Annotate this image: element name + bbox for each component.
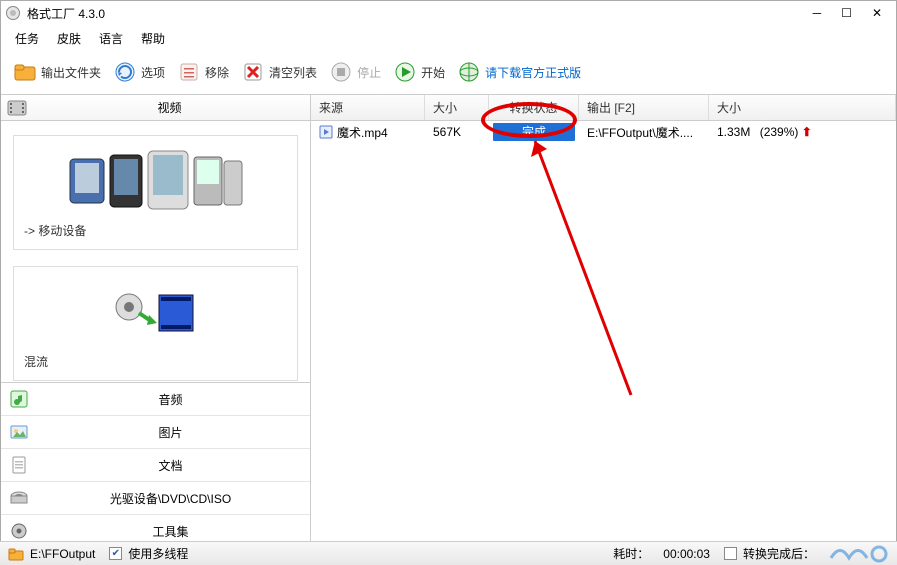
refresh-icon [113,60,137,84]
tb-download-link-label: 请下载官方正式版 [485,64,581,81]
cat-picture-label: 图片 [39,424,302,441]
table-header: 来源 大小 转换状态 输出 [F2] 大小 [311,95,896,121]
sidebar-body: -> 移动设备 混流 + [1,121,310,382]
table-row[interactable]: 魔术.mp4 567K 完成 E:\FFOutput\魔术.... 1.33M … [311,121,896,143]
minimize-button[interactable]: ─ [803,2,832,24]
cell-size2: 1.33M (239%) ⬆ [709,123,896,141]
watermark-logo [829,544,889,564]
th-source[interactable]: 来源 [311,95,425,120]
folder-small-icon [8,547,24,561]
cell-ratio: (239%) [760,125,799,139]
stop-icon [329,60,353,84]
menu-help[interactable]: 帮助 [133,27,173,50]
multithread-checkbox[interactable]: ✔ 使用多线程 [109,545,188,562]
cell-size: 567K [425,123,489,141]
cell-output: E:\FFOutput\魔术.... [579,122,709,143]
th-size[interactable]: 大小 [425,95,489,120]
audio-icon [9,389,29,409]
app-logo [5,5,21,21]
checkbox-icon: ✔ [109,547,122,560]
elapsed-label: 耗时： [613,545,649,562]
menu-task[interactable]: 任务 [7,27,47,50]
picture-icon [9,422,29,442]
cat-audio[interactable]: 音频 [1,383,310,416]
cell-size2-val: 1.33M [717,125,750,139]
th-size2[interactable]: 大小 [709,95,896,120]
cat-optical[interactable]: 光驱设备\DVD\CD\ISO [1,482,310,515]
cat-optical-label: 光驱设备\DVD\CD\ISO [39,490,302,507]
mobile-devices-thumb [24,146,287,216]
status-output-path[interactable]: E:\FFOutput [8,547,95,561]
maximize-button[interactable]: ☐ [831,2,862,24]
close-button[interactable]: ✕ [862,2,892,24]
status-path-text: E:\FFOutput [30,547,95,561]
th-status[interactable]: 转换状态 [489,95,579,120]
tb-start-label: 开始 [421,64,445,81]
after-convert-checkbox[interactable]: 转换完成后： [724,545,815,562]
gear-icon [9,521,29,541]
folder-icon [13,60,37,84]
play-icon [393,60,417,84]
th-output[interactable]: 输出 [F2] [579,95,709,120]
cat-document-label: 文档 [39,457,302,474]
cat-picture[interactable]: 图片 [1,416,310,449]
menu-bar: 任务 皮肤 语言 帮助 [1,25,896,54]
film-icon [7,100,27,116]
menu-language[interactable]: 语言 [91,27,131,50]
tb-remove[interactable]: 移除 [173,58,233,86]
tb-stop-label: 停止 [357,64,381,81]
up-arrow-icon: ⬆ [802,125,812,139]
tb-stop[interactable]: 停止 [325,58,385,86]
main-content: 视频 -> 移动设备 [1,95,896,548]
tb-options[interactable]: 选项 [109,58,169,86]
globe-icon [457,60,481,84]
card-mux[interactable]: 混流 [13,266,298,381]
document-icon [9,455,29,475]
menu-skin[interactable]: 皮肤 [49,27,89,50]
clear-icon [241,60,265,84]
cell-filename: 魔术.mp4 [337,124,388,141]
status-done-badge: 完成 [493,123,575,141]
tb-clear-list-label: 清空列表 [269,64,317,81]
video-file-icon [319,125,333,139]
tb-output-folder-label: 输出文件夹 [41,64,101,81]
sidebar-video-title: 视频 [35,99,304,116]
card-mobile-devices[interactable]: -> 移动设备 [13,135,298,250]
tb-options-label: 选项 [141,64,165,81]
tb-start[interactable]: 开始 [389,58,449,86]
sidebar-video-header[interactable]: 视频 [1,95,310,121]
status-bar: E:\FFOutput ✔ 使用多线程 耗时： 00:00:03 转换完成后： [0,541,897,565]
card-mux-caption: 混流 [24,353,287,370]
task-list-panel: 来源 大小 转换状态 输出 [F2] 大小 魔术.mp4 567K 完成 E:\… [311,95,896,548]
tb-clear-list[interactable]: 清空列表 [237,58,321,86]
cat-toolset-label: 工具集 [39,523,302,540]
cat-audio-label: 音频 [39,391,302,408]
disc-drive-icon [9,488,29,508]
cat-document[interactable]: 文档 [1,449,310,482]
remove-icon [177,60,201,84]
mux-thumb [24,277,287,347]
window-title: 格式工厂 4.3.0 [27,5,105,22]
elapsed-value: 00:00:03 [663,547,710,561]
sidebar-categories: 音频 图片 文档 光驱设备\DVD\CD\ISO 工具集 [1,382,310,548]
card-mobile-caption: -> 移动设备 [24,222,287,239]
checkbox-icon-2 [724,547,737,560]
tb-remove-label: 移除 [205,64,229,81]
tb-download-link[interactable]: 请下载官方正式版 [453,58,585,86]
multithread-label: 使用多线程 [128,545,188,562]
tb-output-folder[interactable]: 输出文件夹 [9,58,105,86]
sidebar: 视频 -> 移动设备 [1,95,311,548]
after-convert-label: 转换完成后： [743,545,815,562]
table-body: 魔术.mp4 567K 完成 E:\FFOutput\魔术.... 1.33M … [311,121,896,548]
title-bar: 格式工厂 4.3.0 ─ ☐ ✕ [1,1,896,25]
toolbar: 输出文件夹 选项 移除 清空列表 停止 开始 请下载官方正式版 [1,54,896,94]
